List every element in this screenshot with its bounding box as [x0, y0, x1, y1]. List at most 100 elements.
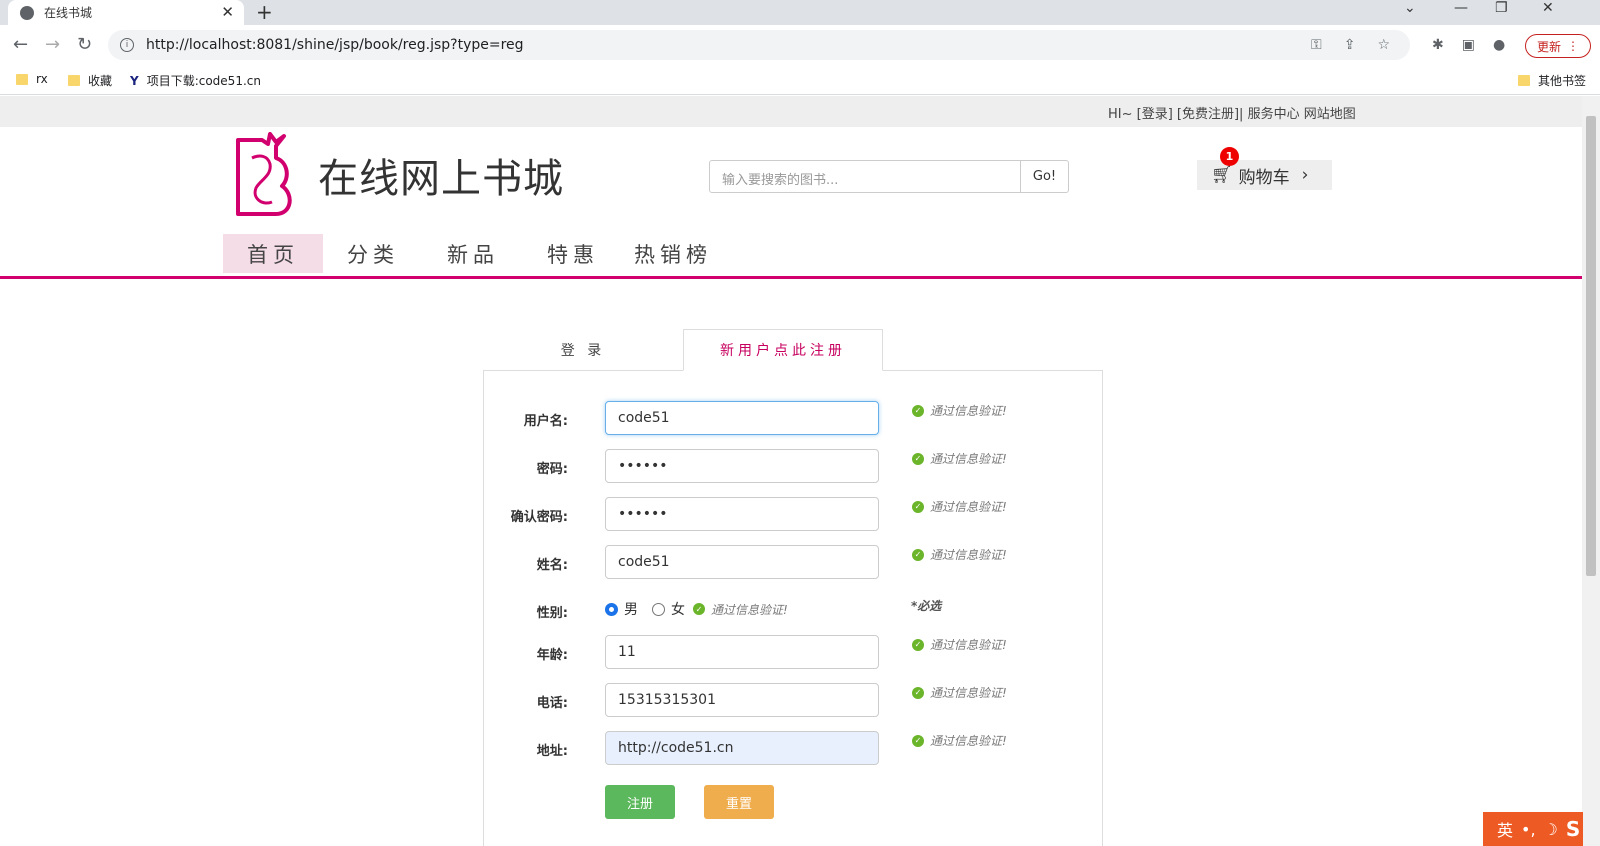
page-content: HI~ [登录] [免费注册]| 服务中心 网站地图 在线网上书城 输入要搜索的…	[0, 96, 1582, 846]
field-row-phone: 电话: 15315315301 ✓ 通过信息验证!	[484, 683, 1104, 717]
age-input[interactable]: 11	[605, 635, 879, 669]
username-label: 用户名:	[523, 414, 568, 429]
restore-icon[interactable]: ❐	[1495, 0, 1508, 16]
key-icon[interactable]: ⚿	[1311, 37, 1322, 53]
page-scrollbar[interactable]	[1582, 96, 1600, 846]
cart-button[interactable]: 🛒︎ 购物车 ›	[1197, 160, 1332, 190]
sidepanel-icon[interactable]: ▣	[1462, 37, 1475, 53]
name-label: 姓名:	[536, 558, 568, 573]
validation-ok: ✓ 通过信息验证!	[912, 636, 1007, 653]
extensions-icon[interactable]: ✱	[1432, 37, 1444, 53]
tab-login[interactable]: 登 录	[483, 329, 683, 371]
field-row-age: 年龄: 11 ✓ 通过信息验证!	[484, 635, 1104, 669]
bookmark-label: 其他书签	[1538, 74, 1587, 88]
password-input[interactable]: ••••••	[605, 449, 879, 483]
more-icon[interactable]: ⋮	[1567, 39, 1579, 53]
scrollbar-thumb[interactable]	[1586, 116, 1596, 576]
field-row-username: 用户名: code51 ✓ 通过信息验证!	[484, 401, 1104, 435]
bookmark-other[interactable]: 其他书签	[1518, 72, 1586, 89]
minimize-icon[interactable]: —	[1454, 0, 1468, 16]
nav-category[interactable]: 分类	[323, 234, 423, 273]
check-icon: ✓	[693, 603, 705, 615]
bookmark-label: rx	[36, 72, 48, 86]
form-actions: 注册 重置	[484, 785, 1104, 819]
validation-ok: ✓ 通过信息验证!	[912, 684, 1007, 701]
moon-icon: ☽	[1543, 819, 1558, 839]
ime-indicator[interactable]: 英 •, ☽ S	[1483, 812, 1583, 846]
username-input[interactable]: code51	[605, 401, 879, 435]
cart-label: 购物车	[1238, 167, 1290, 188]
profile-icon[interactable]: ●	[1493, 37, 1505, 53]
gender-female-label: 女	[671, 602, 685, 618]
star-icon[interactable]: ☆	[1377, 37, 1390, 53]
site-favicon: Y	[130, 73, 139, 88]
check-icon: ✓	[912, 500, 924, 513]
confirm-password-input[interactable]: ••••••	[605, 497, 879, 531]
validation-text: 通过信息验证!	[930, 734, 1007, 748]
password-label: 密码:	[536, 462, 568, 477]
top-strip: HI~ [登录] [免费注册]| 服务中心 网站地图	[0, 96, 1582, 127]
phone-input[interactable]: 15315315301	[605, 683, 879, 717]
confirm-label: 确认密码:	[510, 510, 568, 525]
folder-icon	[1518, 75, 1530, 86]
search-input[interactable]: 输入要搜索的图书...	[709, 160, 1021, 193]
check-icon: ✓	[912, 452, 924, 465]
update-button[interactable]: 更新 ⋮	[1525, 34, 1591, 58]
reset-button[interactable]: 重置	[704, 785, 774, 819]
gender-male-radio[interactable]	[605, 602, 618, 616]
main-nav: 首页 分类 新品 特惠 热销榜	[223, 234, 723, 273]
logo-icon[interactable]	[232, 132, 296, 218]
nav-special[interactable]: 特惠	[523, 234, 623, 273]
reload-icon[interactable]: ↻	[77, 34, 92, 55]
bookmark-favorites[interactable]: 收藏	[68, 72, 112, 89]
name-input[interactable]: code51	[605, 545, 879, 579]
nav-bestseller[interactable]: 热销榜	[623, 234, 723, 273]
search-button[interactable]: Go!	[1020, 160, 1069, 193]
address-label: 地址:	[536, 744, 568, 759]
chevron-right-icon: ›	[1301, 165, 1309, 185]
back-icon[interactable]: ←	[13, 34, 28, 55]
bookmark-code51[interactable]: Y 项目下载:code51.cn	[130, 72, 261, 89]
tab-register[interactable]: 新用户点此注册	[683, 329, 883, 371]
bookmark-rx[interactable]: rx	[16, 72, 48, 86]
age-label: 年龄:	[536, 648, 568, 663]
folder-icon	[68, 75, 80, 86]
register-button[interactable]: 注册	[605, 785, 675, 819]
close-icon[interactable]: ✕	[221, 3, 234, 21]
cart-icon: 🛒︎	[1211, 165, 1233, 185]
address-bar[interactable]: i http://localhost:8081/shine/jsp/book/r…	[108, 30, 1410, 60]
validation-text: 通过信息验证!	[930, 548, 1007, 562]
gender-male-label: 男	[624, 602, 638, 618]
nav-new[interactable]: 新品	[423, 234, 523, 273]
field-row-name: 姓名: code51 ✓ 通过信息验证!	[484, 545, 1104, 579]
field-row-address: 地址: http://code51.cn ✓ 通过信息验证!	[484, 731, 1104, 765]
validation-text: 通过信息验证!	[930, 452, 1007, 466]
browser-tab[interactable]: 在线书城 ✕	[8, 0, 244, 25]
nav-home[interactable]: 首页	[223, 234, 323, 273]
validation-text: 通过信息验证!	[930, 638, 1007, 652]
top-links[interactable]: HI~ [登录] [免费注册]| 服务中心 网站地图	[1108, 103, 1356, 122]
phone-label: 电话:	[536, 696, 568, 711]
check-icon: ✓	[912, 548, 924, 561]
tab-search-icon[interactable]: ⌄	[1404, 0, 1416, 16]
check-icon: ✓	[912, 638, 924, 651]
bookmark-label: 项目下载:code51.cn	[146, 74, 261, 88]
register-form: 用户名: code51 ✓ 通过信息验证! 密码: •••••• ✓ 通过信息验证!…	[483, 370, 1103, 846]
validation-text: 通过信息验证!	[930, 404, 1007, 418]
window-close-icon[interactable]: ✕	[1542, 0, 1554, 16]
url-text: http://localhost:8081/shine/jsp/book/reg…	[146, 37, 524, 53]
update-label: 更新	[1536, 39, 1561, 54]
gender-female-radio[interactable]	[652, 602, 665, 616]
forward-icon[interactable]: →	[45, 34, 60, 55]
field-row-gender: 性别: 男 女 ✓ 通过信息验证! *必选	[484, 593, 1104, 627]
info-icon[interactable]: i	[120, 38, 134, 52]
validation-ok: ✓ 通过信息验证!	[912, 546, 1007, 563]
field-row-confirm: 确认密码: •••••• ✓ 通过信息验证!	[484, 497, 1104, 531]
check-icon: ✓	[912, 404, 924, 417]
address-input[interactable]: http://code51.cn	[605, 731, 879, 765]
form-tabs: 登 录 新用户点此注册	[483, 329, 883, 371]
new-tab-button[interactable]: +	[256, 0, 273, 24]
share-icon[interactable]: ⇪	[1344, 37, 1356, 53]
validation-text: 通过信息验证!	[711, 602, 788, 617]
required-note: *必选	[911, 599, 942, 613]
